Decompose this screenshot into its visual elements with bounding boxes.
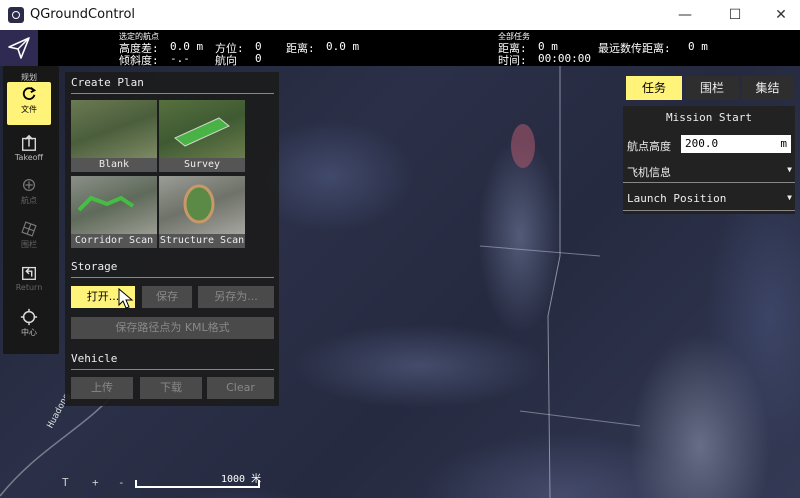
toolstrip-center-button[interactable]: 中心 xyxy=(7,308,51,338)
save-button[interactable]: 保存 xyxy=(142,286,192,308)
distance-label: 距离: xyxy=(286,42,315,55)
survey-polygon xyxy=(174,117,230,147)
structure-thumbnail xyxy=(159,176,245,234)
tab-mission[interactable]: 任务 xyxy=(626,76,682,100)
waypoint-icon xyxy=(22,178,36,192)
toolstrip-return-button[interactable]: Return xyxy=(7,264,51,292)
window-title: QGroundControl xyxy=(30,7,136,22)
template-blank-label: Blank xyxy=(71,158,157,172)
tab-fence[interactable]: 围栏 xyxy=(685,76,739,100)
toolstrip-center-label: 中心 xyxy=(21,328,37,337)
template-survey-label: Survey xyxy=(159,158,245,172)
time-value: 00:00:00 xyxy=(538,52,591,65)
scale-text: 1000 米 xyxy=(221,474,262,485)
save-kml-button[interactable]: 保存路径点为 KML格式 xyxy=(71,317,274,339)
tab-rally[interactable]: 集结 xyxy=(742,76,793,100)
launch-position-dropdown[interactable]: Launch Position ▼ xyxy=(623,188,795,211)
fence-icon xyxy=(21,221,37,237)
download-button[interactable]: 下载 xyxy=(140,377,202,399)
chevron-down-icon: ▼ xyxy=(787,193,792,202)
toolstrip-waypoint-label: 航点 xyxy=(21,196,37,205)
map-tilt-control[interactable]: T xyxy=(62,476,69,489)
template-blank[interactable]: Blank xyxy=(71,100,157,172)
altitude-value: 200.0 xyxy=(685,137,719,150)
upload-button[interactable]: 上传 xyxy=(71,377,133,399)
toolstrip-takeoff-button[interactable]: Takeoff xyxy=(7,134,51,162)
toolstrip-file-label: 文件 xyxy=(21,105,37,114)
max-telem-label: 最远数传距离: xyxy=(598,42,671,55)
heading-label: 航向 xyxy=(215,54,237,67)
title-bar: QGroundControl — ☐ ✕ xyxy=(0,0,800,30)
gradient-label: 倾斜度: xyxy=(119,54,159,67)
toolstrip-waypoint-button[interactable]: 航点 xyxy=(7,176,51,206)
mission-start-panel: Mission Start 航点高度 200.0 m 飞机信息 ▼ Launch… xyxy=(623,106,795,214)
plan-toolstrip: 规划 文件 Takeoff 航点 围栏 Return 中心 xyxy=(3,66,59,354)
paper-plane-icon xyxy=(8,37,30,59)
return-icon xyxy=(22,266,36,280)
toolstrip-return-label: Return xyxy=(15,283,43,292)
vehicle-divider xyxy=(71,369,274,370)
app-icon xyxy=(8,7,24,23)
mouse-cursor-icon xyxy=(118,288,134,309)
template-structure-label: Structure Scan xyxy=(159,234,245,248)
minimize-button[interactable]: — xyxy=(662,0,708,30)
corridor-thumbnail xyxy=(71,176,157,234)
maximize-button[interactable]: ☐ xyxy=(712,0,758,30)
altitude-label: 航点高度 xyxy=(627,140,671,153)
template-structure-scan[interactable]: Structure Scan xyxy=(159,176,245,248)
toolstrip-fence-button[interactable]: 围栏 xyxy=(7,220,51,250)
scale-tick-left xyxy=(135,480,137,488)
clear-button[interactable]: Clear xyxy=(207,377,274,399)
survey-thumbnail xyxy=(159,100,245,158)
plan-panel: Create Plan Blank Survey Corridor Scan S… xyxy=(65,72,279,406)
center-icon xyxy=(20,308,38,326)
create-plan-divider xyxy=(71,93,274,94)
altitude-field[interactable]: 200.0 m xyxy=(681,135,791,153)
zoom-in-button[interactable]: + xyxy=(92,476,99,489)
template-survey[interactable]: Survey xyxy=(159,100,245,172)
save-as-button[interactable]: 另存为... xyxy=(198,286,274,308)
toolstrip-fence-label: 围栏 xyxy=(21,240,37,249)
scale-tick-right xyxy=(258,480,260,488)
corridor-path xyxy=(77,195,135,212)
structure-track xyxy=(183,184,215,224)
storage-title: Storage xyxy=(71,260,118,273)
blank-thumbnail xyxy=(71,100,157,158)
vehicle-title: Vehicle xyxy=(71,352,118,365)
chevron-down-icon: ▼ xyxy=(787,165,792,174)
template-corridor-label: Corridor Scan xyxy=(71,234,157,248)
max-telem-value: 0 m xyxy=(688,40,708,53)
mission-start-title: Mission Start xyxy=(665,111,753,124)
qgc-logo-button[interactable] xyxy=(0,30,38,66)
scale-line xyxy=(135,486,260,488)
toolstrip-takeoff-label: Takeoff xyxy=(14,153,44,162)
heading-value: 0 xyxy=(255,52,262,65)
altitude-unit: m xyxy=(780,137,787,150)
zoom-out-button[interactable]: - xyxy=(118,476,125,489)
gradient-value: -.- xyxy=(170,52,190,65)
mission-tabs: 任务 围栏 集结 xyxy=(623,73,795,103)
distance-value: 0.0 m xyxy=(326,40,360,53)
create-plan-title: Create Plan xyxy=(71,76,144,89)
time-label: 时间: xyxy=(498,54,527,67)
vehicle-info-label: 飞机信息 xyxy=(627,166,671,179)
template-corridor-scan[interactable]: Corridor Scan xyxy=(71,176,157,248)
storage-divider xyxy=(71,277,274,278)
toolstrip-file-button[interactable]: 文件 xyxy=(7,82,51,125)
takeoff-icon xyxy=(22,134,36,151)
launch-position-label: Launch Position xyxy=(627,192,727,205)
close-button[interactable]: ✕ xyxy=(758,0,800,30)
telemetry-bar: 选定的航点 高度差: 0.0 m 方位: 0 距离: 0.0 m 倾斜度: -.… xyxy=(0,30,800,67)
map-scale: 1000 米 xyxy=(135,474,261,488)
vehicle-info-dropdown[interactable]: 飞机信息 ▼ xyxy=(623,160,795,183)
refresh-icon xyxy=(22,86,37,100)
